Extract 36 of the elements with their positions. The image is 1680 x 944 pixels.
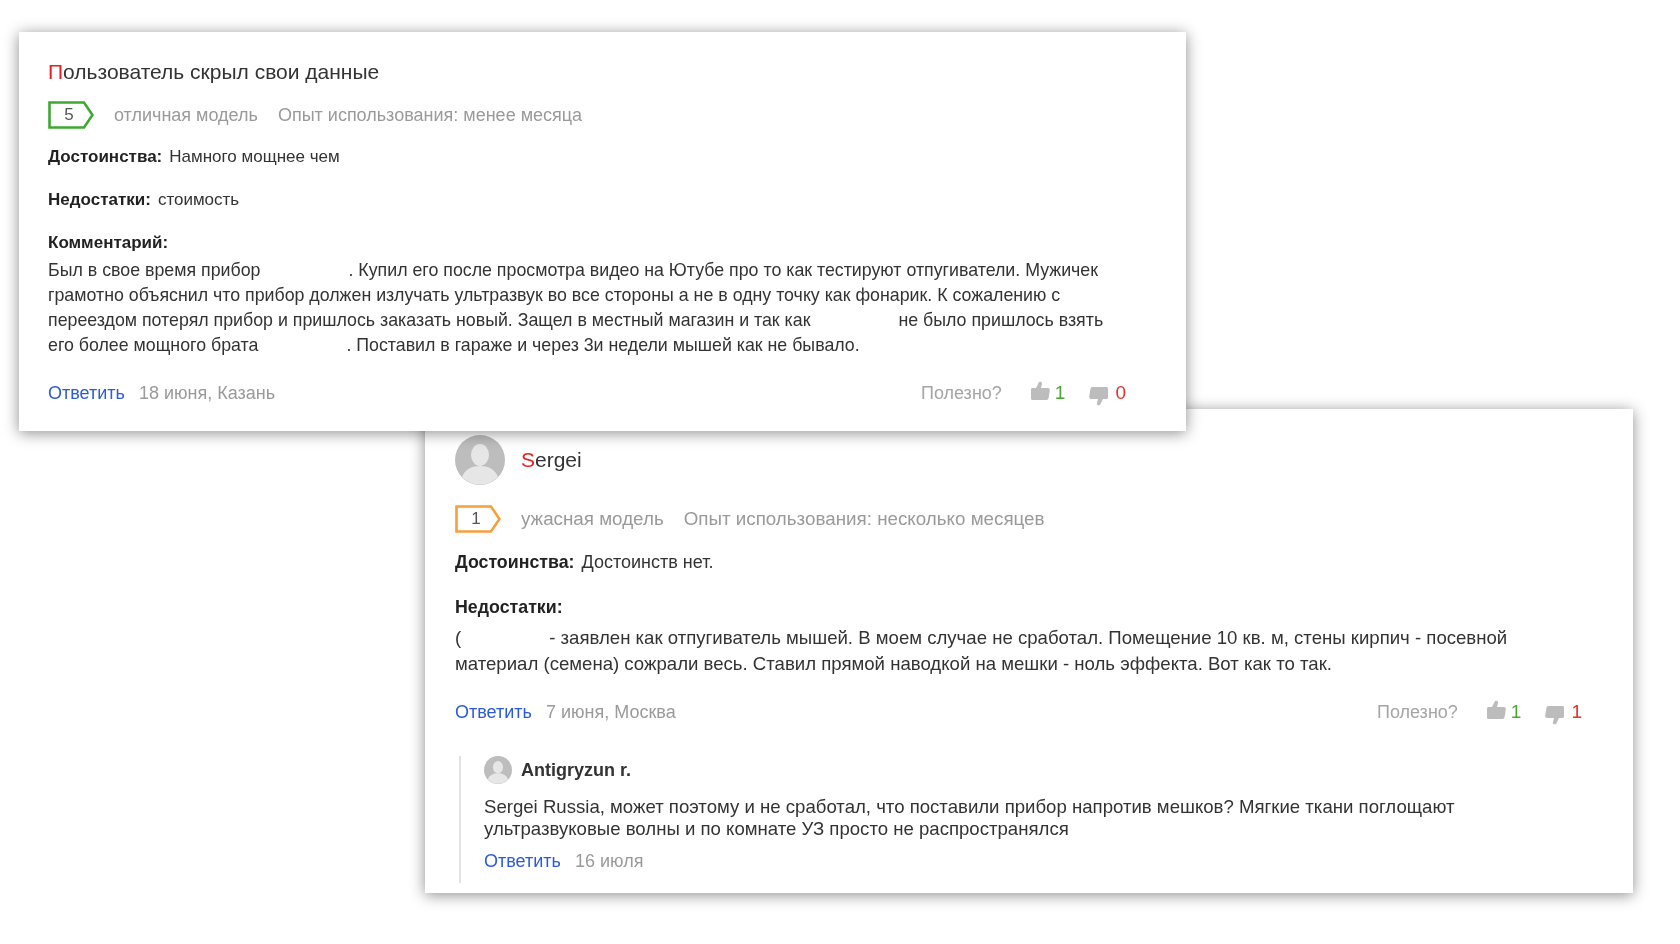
dislike-count: 1 xyxy=(1571,701,1582,724)
thumbs-down-icon[interactable] xyxy=(1089,386,1110,406)
reply-text: Sergei Russia, может поэтому и не сработал, что поставили прибор напротив мешков? Мягкие ткани поглощают ультразвуковые волны и по комнате УЗ просто не распространялся xyxy=(484,796,1455,840)
section-label: Недостатки: xyxy=(455,596,563,619)
rating-verdict: ужасная модель xyxy=(521,508,664,530)
author-name: Sergei xyxy=(521,448,582,472)
section-text: ( - заявлен как отпугиватель мышей. В моем случае не сработал. Помещение 10 кв. м, стены кирпич - посевной материал (семена) сожрали весь. Ставил прямой наводкой на мешки - ноль эффекта. Вот как то так. xyxy=(455,626,1508,676)
reply-link[interactable]: Ответить xyxy=(484,850,561,872)
reply-date: 16 июля xyxy=(574,850,644,872)
helpful-label: Полезно? xyxy=(920,382,1002,404)
reply-author: Antigryzun r. xyxy=(521,759,631,781)
rating-badge: 5 xyxy=(48,101,94,129)
section-label: Недостатки: xyxy=(48,189,151,211)
author-name: Пользователь скрыл свои данные xyxy=(48,60,380,84)
thumbs-down-icon[interactable] xyxy=(1545,705,1566,725)
rating-badge: 1 xyxy=(455,505,501,533)
thumbs-up-icon[interactable] xyxy=(1485,699,1506,719)
section-text: стоимость xyxy=(157,189,240,211)
reply-link[interactable]: Ответить xyxy=(455,701,532,723)
usage-experience: Опыт использования: менее месяца xyxy=(277,104,583,126)
reply-link[interactable]: Ответить xyxy=(48,382,125,404)
section-text: Достоинств нет. xyxy=(581,551,714,574)
section-label: Достоинства: xyxy=(455,551,575,574)
section-text: Намного мощнее чем xyxy=(169,146,340,168)
section-label: Достоинства: xyxy=(48,146,163,168)
like-count: 1 xyxy=(1510,701,1522,724)
thumbs-up-icon[interactable] xyxy=(1029,380,1050,400)
review-date: 18 июня, Казань xyxy=(138,382,276,404)
review-date: 7 июня, Москва xyxy=(545,701,676,723)
section-label: Комментарий: xyxy=(48,232,169,254)
like-count: 1 xyxy=(1054,382,1066,404)
rating-verdict: отличная модель xyxy=(114,104,258,126)
usage-experience: Опыт использования: несколько месяцев xyxy=(683,508,1045,530)
dislike-count: 0 xyxy=(1115,382,1126,404)
section-text: Был в свое время прибор . Купил его после просмотра видео на Ютубе про то как тестируют отпугиватели. Мужичек грамотно объяснил что прибор должен излучать ультразвук во все стороны а не в одну точку как фонарик. К сожалению с переездом потерял прибор и пришлось заказать новый. Защел в местный магазин и так как не было пришлось взять его более мощного брата . Поставил в гараже и через 3и недели мышей как не бывало. xyxy=(48,259,1104,357)
helpful-label: Полезно? xyxy=(1376,701,1458,723)
